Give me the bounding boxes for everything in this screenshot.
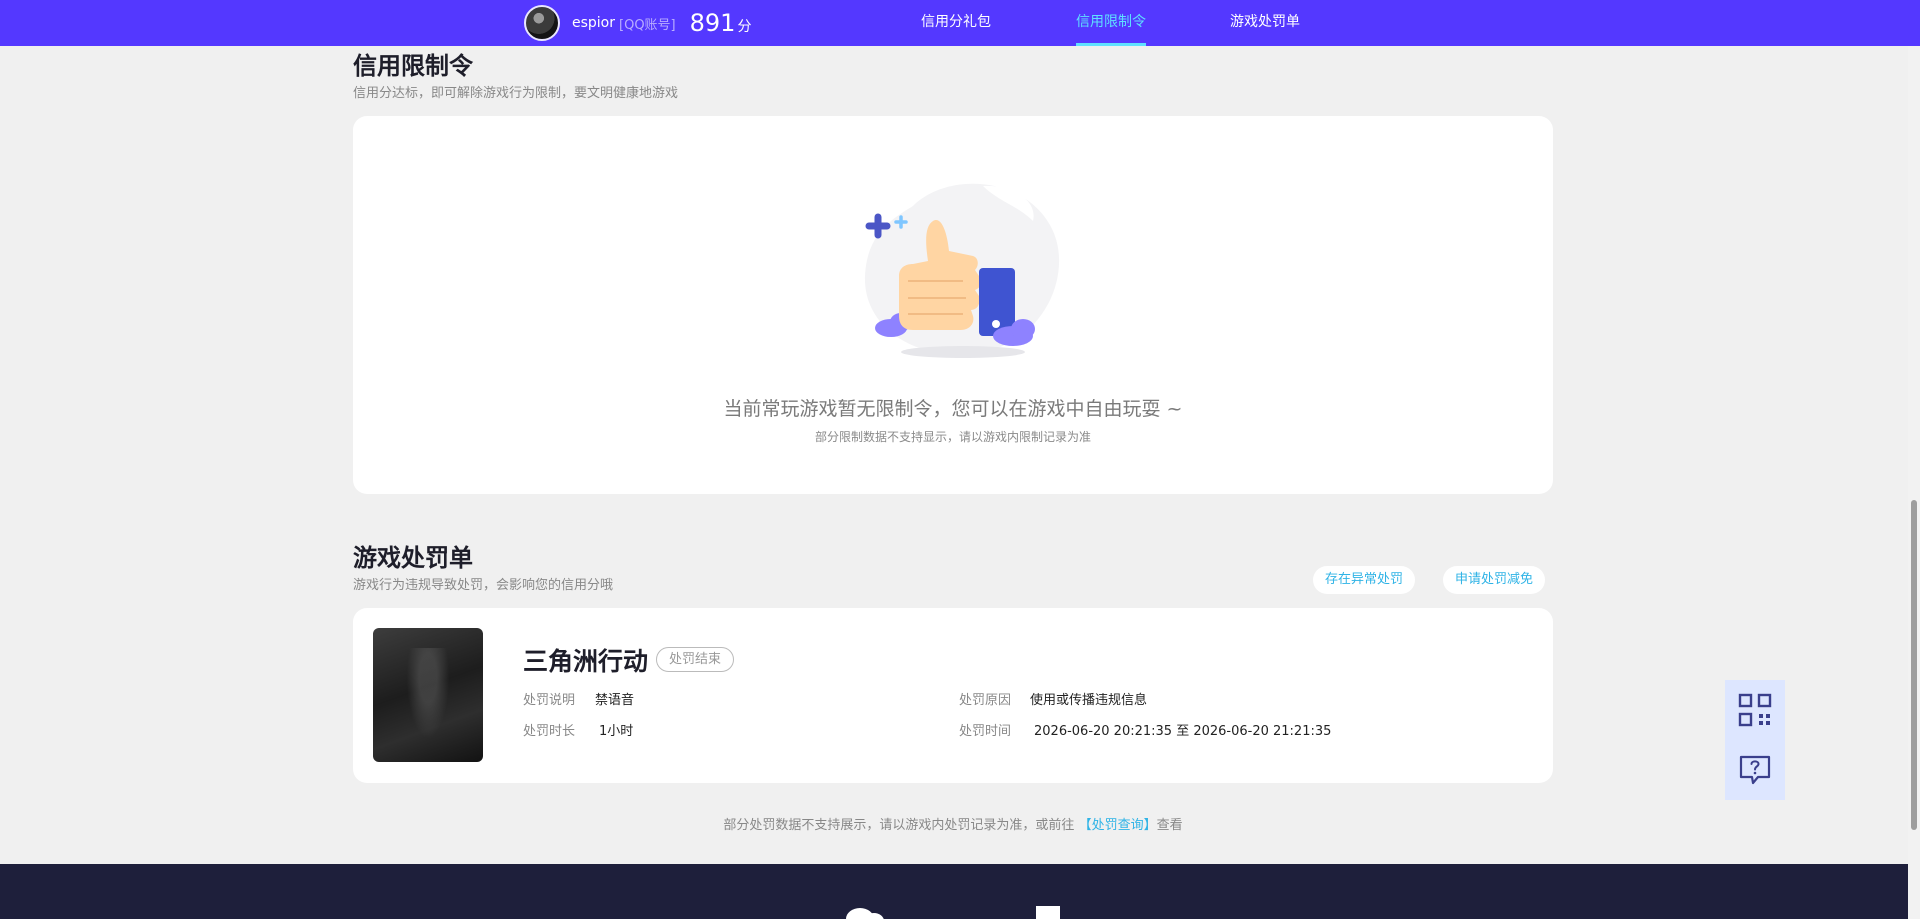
punishment-title: 游戏处罚单: [353, 544, 473, 572]
punishment-query-link[interactable]: 【处罚查询】: [1079, 818, 1157, 833]
qr-code-button[interactable]: [1725, 680, 1785, 740]
help-chat-icon: [1739, 755, 1771, 785]
top-nav-bar: espior [QQ账号] 891 分 信用分礼包 信用限制令 游戏处罚单: [0, 0, 1920, 46]
nav-credit-restriction[interactable]: 信用限制令: [1076, 0, 1146, 46]
nav-game-punishment[interactable]: 游戏处罚单: [1230, 0, 1300, 46]
credit-score: 891: [689, 9, 736, 37]
note-suffix: 查看: [1156, 818, 1183, 833]
punishment-note: 部分处罚数据不支持展示，请以游戏内处罚记录为准，或前往 【处罚查询】查看: [353, 814, 1553, 833]
restriction-title: 信用限制令: [353, 52, 473, 80]
reason-label: 处罚原因: [959, 693, 1012, 708]
username: espior: [572, 15, 616, 31]
account-type: [QQ账号]: [619, 17, 676, 33]
nav-credit-gift[interactable]: 信用分礼包: [921, 0, 991, 46]
footer-qr-icon[interactable]: [1036, 906, 1060, 919]
user-info: espior [QQ账号] 891 分: [524, 5, 751, 41]
desc-value: 禁语音: [595, 693, 635, 708]
help-button[interactable]: [1725, 740, 1785, 800]
footer: [0, 864, 1908, 919]
restriction-empty-message: 当前常玩游戏暂无限制令，您可以在游戏中自由玩耍 ~: [723, 398, 1183, 420]
game-cover-image: [373, 628, 483, 762]
note-prefix: 部分处罚数据不支持展示，请以游戏内处罚记录为准，或前往: [723, 818, 1075, 833]
duration-value: 1小时: [599, 724, 634, 739]
wechat-icon[interactable]: [846, 906, 886, 919]
time-label: 处罚时间: [959, 724, 1012, 739]
restriction-empty-note: 部分限制数据不支持显示，请以游戏内限制记录为准: [814, 430, 1091, 444]
scrollbar-thumb[interactable]: [1911, 500, 1917, 830]
desc-label: 处罚说明: [523, 693, 576, 708]
punishment-record-card: 三角洲行动 处罚结束 处罚说明 禁语音 处罚时长 1小时 处罚原因 使用或传播违…: [353, 608, 1553, 783]
restriction-card: 当前常玩游戏暂无限制令，您可以在游戏中自由玩耍 ~ 部分限制数据不支持显示，请以…: [353, 116, 1553, 494]
game-name: 三角洲行动: [523, 647, 649, 676]
avatar[interactable]: [524, 5, 560, 41]
restriction-subtitle: 信用分达标，即可解除游戏行为限制，要文明健康地游戏: [353, 86, 679, 101]
abnormal-punishment-button[interactable]: 存在异常处罚: [1313, 566, 1416, 594]
appeal-reduction-button[interactable]: 申请处罚减免: [1443, 566, 1546, 594]
time-value: 2026-06-20 20:21:35 至 2026-06-20 21:21:3…: [1034, 724, 1332, 739]
scrollbar-track[interactable]: [1908, 0, 1920, 919]
status-badge: 处罚结束: [656, 647, 735, 672]
reason-value: 使用或传播违规信息: [1030, 693, 1148, 708]
score-unit: 分: [737, 19, 752, 35]
duration-label: 处罚时长: [523, 724, 576, 739]
qr-code-icon: [1738, 693, 1772, 727]
thumbs-up-empty-illustration: [864, 183, 1060, 358]
punishment-subtitle: 游戏行为违规导致处罚，会影响您的信用分哦: [353, 578, 614, 593]
